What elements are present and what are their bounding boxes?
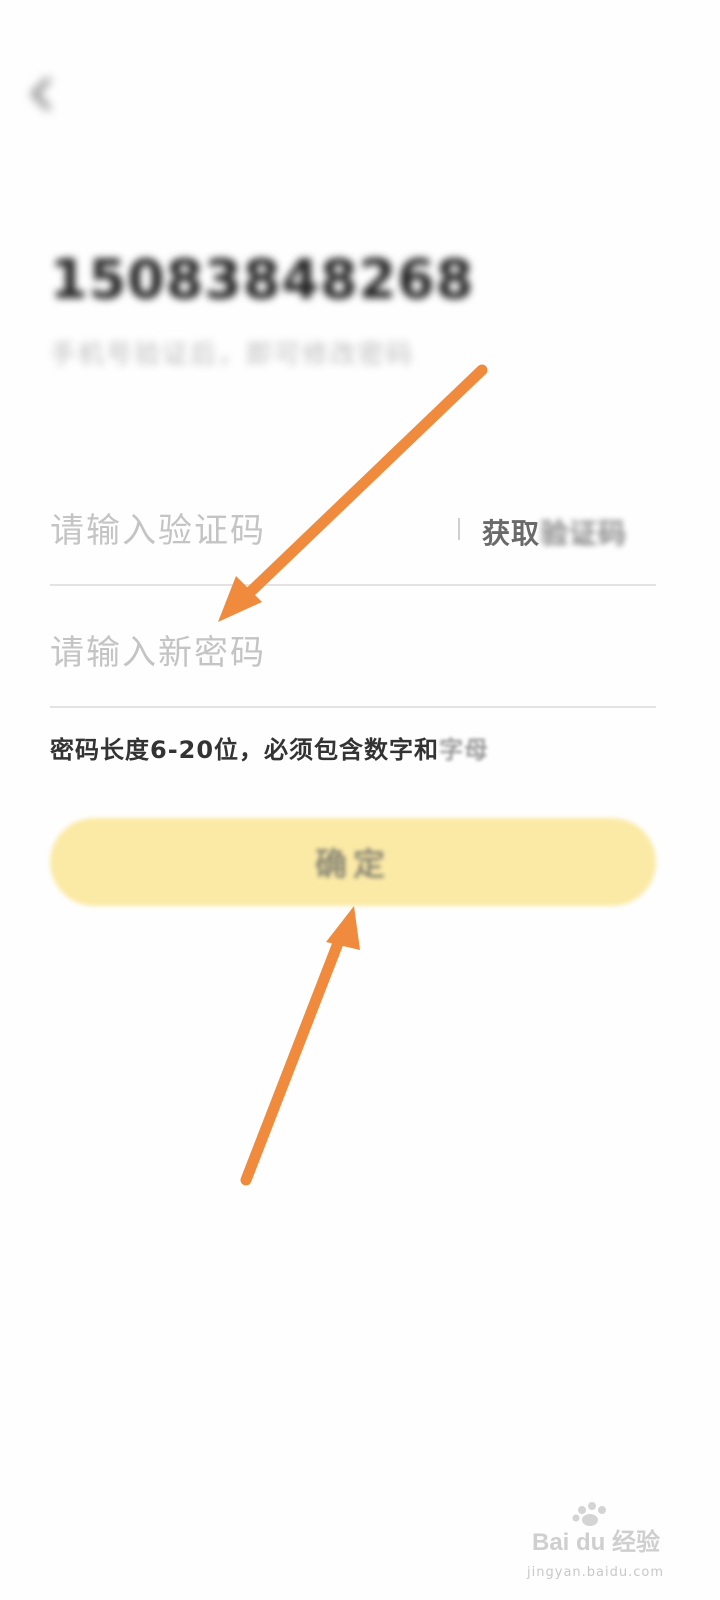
watermark-text: Bai du 经验: [532, 1528, 660, 1556]
paw-logo-icon: [572, 1502, 606, 1526]
get-code-label: 获取: [482, 517, 541, 550]
baidu-watermark: Bai du 经验: [532, 1502, 660, 1556]
arrow-to-confirm-button: [240, 906, 360, 1186]
verification-code-input[interactable]: [50, 504, 430, 558]
confirm-button[interactable]: 确定: [50, 818, 656, 906]
password-rule-faded: 字母: [439, 736, 490, 764]
watermark-url: jingyan.baidu.com: [527, 1565, 664, 1580]
annotation-arrows: [218, 364, 488, 1186]
reset-password-screen: 15083848268 手机号验证后，即可修改密码 获取验证码 密码长度6-20…: [0, 0, 720, 1600]
password-rule-main: 密码长度6-20位，必须包含数字和: [50, 736, 440, 764]
status-bar: [0, 6, 720, 46]
verification-code-field: 获取验证码: [50, 466, 656, 586]
new-password-field: [50, 588, 656, 708]
nav-bar: [0, 60, 720, 140]
get-code-label-faded: 验证码: [540, 517, 628, 550]
phone-number: 15083848268: [50, 248, 475, 311]
field-divider: [458, 518, 460, 540]
new-password-input[interactable]: [50, 626, 430, 680]
verification-hint: 手机号验证后，即可修改密码: [50, 340, 415, 370]
get-code-button[interactable]: 获取验证码: [482, 512, 627, 552]
password-rule-text: 密码长度6-20位，必须包含数字和字母: [50, 730, 489, 765]
back-arrow-icon[interactable]: [22, 74, 62, 114]
